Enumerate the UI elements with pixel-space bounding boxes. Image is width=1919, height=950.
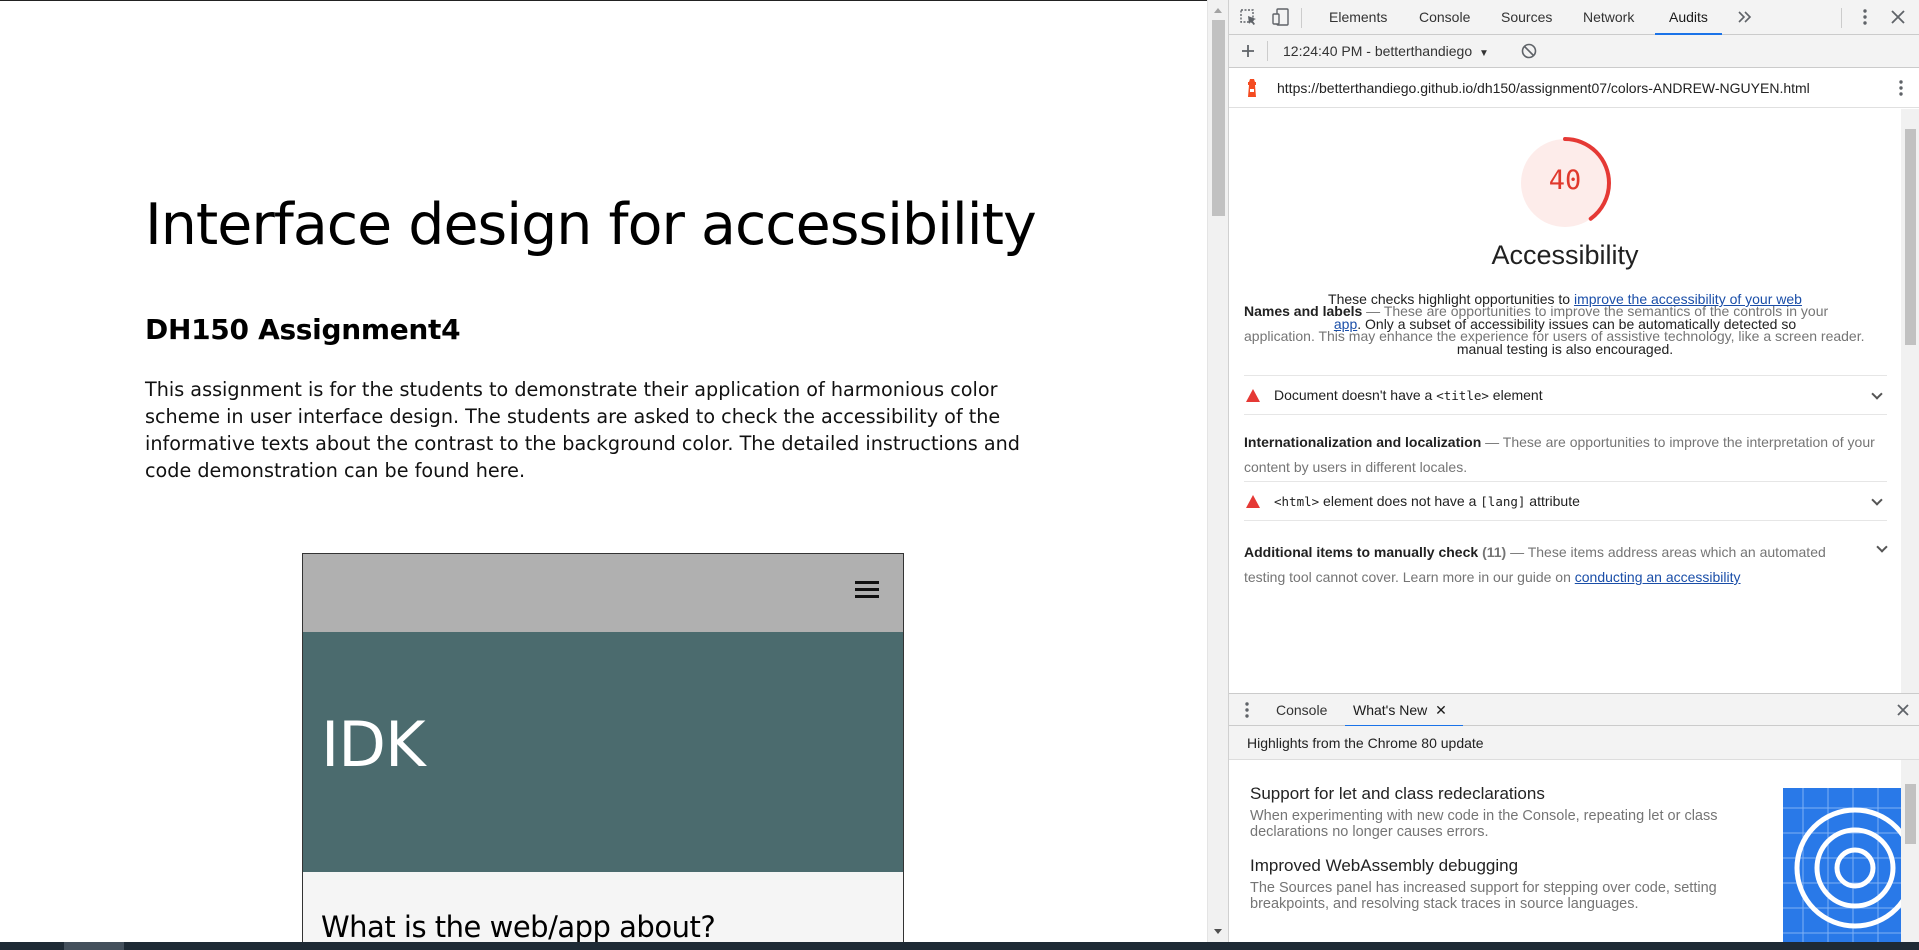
expand-chevron-icon[interactable] (1871, 388, 1883, 400)
page-subtitle: DH150 Assignment4 (145, 313, 461, 346)
audit-scrollbar[interactable] (1901, 109, 1919, 693)
audit-item-label: Document doesn't have a <title> element (1274, 387, 1543, 403)
web-page-viewport: Interface design for accessibility DH150… (0, 0, 1207, 942)
whats-new-item-title: Support for let and class redeclarations (1250, 784, 1545, 803)
page-scrollbar[interactable] (1207, 0, 1228, 942)
tab-elements[interactable]: Elements (1329, 0, 1387, 35)
audit-report: 40 Accessibility These checks highlight … (1229, 109, 1901, 693)
os-taskbar (0, 942, 1919, 950)
mockup-hero: IDK (303, 632, 903, 872)
whats-new-item[interactable]: Support for let and class redeclarations… (1250, 784, 1720, 840)
audit-item-html-lang[interactable]: <html> element does not have a [lang] at… (1244, 481, 1887, 521)
scroll-up-arrow-icon[interactable] (1214, 8, 1222, 13)
mockup-section-heading: What is the web/app about? (321, 910, 716, 942)
fail-triangle-icon (1246, 389, 1260, 402)
dropdown-caret-icon: ▼ (1479, 48, 1489, 59)
whats-new-item-description: When experimenting with new code in the … (1250, 808, 1718, 840)
taskbar-app-button[interactable] (64, 942, 124, 950)
fail-triangle-icon (1246, 495, 1260, 508)
audit-scrollbar-thumb[interactable] (1905, 129, 1916, 345)
mockup-navbar (303, 554, 903, 632)
whats-new-item-description: The Sources panel has increased support … (1250, 880, 1717, 912)
tab-sources[interactable]: Sources (1501, 0, 1552, 35)
tab-audits[interactable]: Audits (1655, 0, 1722, 35)
drawer-tab-console[interactable]: Console (1276, 694, 1327, 727)
page-title: Interface design for accessibility (145, 192, 1037, 258)
group-count: (11) (1482, 544, 1507, 560)
drawer-menu-kebab-icon[interactable] (1237, 701, 1257, 719)
accessibility-score: 40 (1548, 165, 1582, 196)
group-internationalization: Internationalization and localization — … (1244, 434, 1875, 475)
drawer-tab-whats-new[interactable]: What's New ✕ (1353, 694, 1447, 727)
new-audit-plus-icon[interactable] (1238, 42, 1258, 60)
audit-item-document-title[interactable]: Document doesn't have a <title> element (1244, 375, 1887, 415)
close-devtools-icon[interactable] (1888, 8, 1908, 26)
hamburger-menu-icon[interactable] (855, 581, 879, 599)
group-title: Names and labels (1244, 303, 1363, 319)
conducting-review-link[interactable]: conducting an accessibility (1575, 569, 1741, 585)
drawer-tab-bar: Console What's New ✕ (1229, 693, 1919, 727)
whats-new-illustration (1783, 788, 1901, 942)
report-selector-dropdown[interactable]: 12:24:40 PM - betterthandiego ▼ (1283, 35, 1489, 70)
scroll-down-arrow-icon[interactable] (1214, 929, 1222, 934)
drawer-tab-whats-new-label: What's New (1353, 702, 1428, 718)
audits-toolbar: 12:24:40 PM - betterthandiego ▼ (1229, 35, 1919, 68)
audited-url: https://betterthandiego.github.io/dh150/… (1277, 80, 1810, 96)
category-title: Accessibility (1491, 240, 1639, 270)
tab-network[interactable]: Network (1583, 0, 1634, 35)
report-selector-label: 12:24:40 PM - betterthandiego (1283, 43, 1473, 59)
mockup-hero-title: IDK (321, 708, 426, 781)
close-drawer-icon[interactable] (1893, 701, 1913, 719)
drawer-scrollbar[interactable] (1901, 760, 1919, 942)
inspect-element-icon[interactable] (1239, 8, 1259, 26)
device-toolbar-icon[interactable] (1271, 8, 1291, 26)
expand-chevron-icon[interactable] (1876, 541, 1888, 553)
mockup-frame: IDK What is the web/app about? (302, 553, 904, 942)
whats-new-content: Support for let and class redeclarations… (1229, 760, 1901, 942)
group-title: Internationalization and localization (1244, 434, 1482, 450)
settings-menu-kebab-icon[interactable] (1855, 8, 1875, 26)
page-scrollbar-thumb[interactable] (1212, 20, 1225, 216)
group-title: Additional items to manually check (1244, 544, 1479, 560)
group-manual-checks[interactable]: Additional items to manually check (11) … (1244, 540, 1844, 590)
tab-console[interactable]: Console (1419, 0, 1470, 35)
clear-reports-icon[interactable] (1519, 42, 1539, 60)
devtools-tab-bar: Elements Console Sources Network Audits (1229, 0, 1919, 35)
expand-chevron-icon[interactable] (1871, 494, 1883, 506)
whats-new-item-title: Improved WebAssembly debugging (1250, 856, 1519, 875)
audit-item-label: <html> element does not have a [lang] at… (1274, 493, 1580, 509)
report-options-kebab-icon[interactable] (1891, 79, 1911, 97)
devtools-panel: Elements Console Sources Network Audits … (1228, 0, 1919, 942)
whats-new-header: Highlights from the Chrome 80 update (1229, 726, 1919, 760)
more-tabs-chevron-icon[interactable] (1735, 8, 1755, 26)
whats-new-item[interactable]: Improved WebAssembly debugging The Sourc… (1250, 856, 1720, 912)
audit-url-bar: https://betterthandiego.github.io/dh150/… (1229, 68, 1919, 108)
close-tab-icon[interactable]: ✕ (1435, 702, 1447, 718)
lighthouse-icon (1248, 79, 1256, 97)
intro-paragraph: This assignment is for the students to d… (145, 378, 1020, 482)
drawer-scrollbar-thumb[interactable] (1905, 784, 1916, 844)
group-names-and-labels: Names and labels — These are opportuniti… (1244, 303, 1865, 344)
